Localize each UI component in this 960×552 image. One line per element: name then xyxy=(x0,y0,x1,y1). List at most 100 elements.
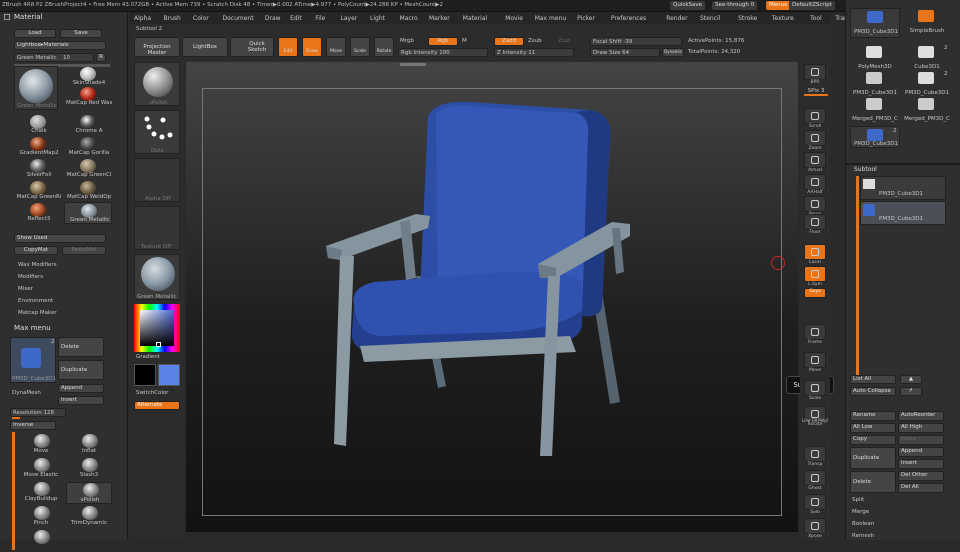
material-item[interactable]: MatCap Red Wax xyxy=(64,86,112,108)
tool-thumbnail[interactable]: 2 PM3D_Cube3D1 xyxy=(10,337,56,383)
canvas-scroll-handle[interactable] xyxy=(400,63,426,66)
menu-item-edit[interactable]: Edit xyxy=(290,15,302,22)
chair-model[interactable] xyxy=(320,96,640,456)
material-item[interactable]: Chalk xyxy=(14,114,62,136)
rgb-button[interactable]: Rgb xyxy=(428,37,458,46)
del-all-button[interactable]: Del All xyxy=(898,483,944,493)
zcut-button[interactable]: Zcut xyxy=(558,38,570,44)
menu-item-movie[interactable]: Movie xyxy=(505,15,523,22)
tray-solo-button[interactable] xyxy=(804,494,826,510)
menu-item-light[interactable]: Light xyxy=(370,15,385,22)
alpha-selector[interactable]: Alpha Off xyxy=(134,158,180,202)
tool-item[interactable]: PM3D_Cube3D1 2 xyxy=(850,126,900,148)
current-material-slider[interactable]: Green Metallic 10 xyxy=(14,53,94,62)
menus-button[interactable]: Menus xyxy=(766,1,790,10)
material-item[interactable]: Chrome A xyxy=(64,114,112,136)
subtool-item-1[interactable]: PM3D_Cube3D1 xyxy=(860,176,946,200)
tray-l-sym-button[interactable] xyxy=(804,266,826,282)
menu-item-stroke[interactable]: Stroke xyxy=(738,15,757,22)
draw-button[interactable]: Draw xyxy=(302,37,322,57)
tray-move-button[interactable] xyxy=(804,352,826,368)
quicksave-button[interactable]: QuickSave xyxy=(670,1,706,10)
zsub-button[interactable]: Zsub xyxy=(528,38,542,44)
focal-shift-slider[interactable]: Focal Shift -39 xyxy=(590,37,682,46)
tray-spix-slider[interactable]: SPix 3 xyxy=(804,88,828,96)
r-button[interactable]: R xyxy=(96,53,106,62)
menu-item-picker[interactable]: Picker xyxy=(577,15,595,22)
inverse-button[interactable]: Inverse xyxy=(10,421,56,430)
tray-linefill-button[interactable]: Line Fill PolyF xyxy=(802,418,829,423)
menu-item-brush[interactable]: Brush xyxy=(164,15,181,22)
menu-item-material[interactable]: Material xyxy=(463,15,487,22)
tray-local-button[interactable] xyxy=(804,244,826,260)
subpalette-wax-modifiers[interactable]: Wax Modifiers xyxy=(18,262,57,268)
load-button[interactable]: Load xyxy=(14,29,56,38)
menu-item-texture[interactable]: Texture xyxy=(772,15,794,22)
remesh-subpalette[interactable]: Remesh xyxy=(852,533,874,539)
tray-xpose-button[interactable] xyxy=(804,518,826,534)
dynamic-button[interactable]: Dynamic xyxy=(662,48,684,57)
color-picker[interactable] xyxy=(134,304,180,352)
subtool-title[interactable]: Subtool xyxy=(854,166,877,173)
all-low-button[interactable]: All Low xyxy=(850,423,896,433)
split-subpalette[interactable]: Split xyxy=(852,497,864,503)
material-item[interactable]: SilverFoil xyxy=(14,158,62,180)
menu-item-macro[interactable]: Macro xyxy=(400,15,418,22)
paste-button[interactable]: Paste xyxy=(898,435,944,445)
menu-item-stencil[interactable]: Stencil xyxy=(700,15,720,22)
tray-floor-button[interactable] xyxy=(804,214,826,230)
tray-actual-button[interactable] xyxy=(804,152,826,168)
tray-persp-button[interactable] xyxy=(804,196,826,212)
tray-transp-button[interactable] xyxy=(804,446,826,462)
material-item[interactable]: MatCap Gorilla xyxy=(64,136,112,158)
material-item[interactable]: Green Metallic xyxy=(64,202,112,224)
secondary-color-swatch[interactable] xyxy=(134,364,156,386)
tray-ghost-button[interactable] xyxy=(804,470,826,486)
copymat-button[interactable]: CopyMat xyxy=(14,246,58,255)
list-all-button[interactable]: List All xyxy=(850,375,896,384)
edit-button[interactable]: Edit xyxy=(278,37,298,57)
menu-item-max-menu[interactable]: Max menu xyxy=(535,15,566,22)
brush-item[interactable]: Inflat xyxy=(66,434,112,456)
material-title[interactable]: Material xyxy=(14,13,42,21)
material-item[interactable]: MatCap WeldOp xyxy=(64,180,112,202)
alternate-button[interactable]: Alternate xyxy=(134,401,180,410)
brush-item[interactable]: Move Elastic xyxy=(18,458,64,480)
tool-item[interactable]: Merged_PM3D_C xyxy=(850,96,900,126)
tray-aahalf-button[interactable] xyxy=(804,174,826,190)
tool-item[interactable]: SimpleBrush xyxy=(902,8,952,38)
subpalette-mixer[interactable]: Mixer xyxy=(18,286,33,292)
lightbox-button[interactable]: LightBox xyxy=(182,37,228,57)
see-through-slider[interactable]: See-through 0 xyxy=(712,1,758,10)
main-color-swatch[interactable] xyxy=(158,364,180,386)
brush-item[interactable]: ClayBuildup xyxy=(18,482,64,504)
mrgb-button[interactable]: Mrgb xyxy=(400,38,414,44)
palette-grip-icon[interactable] xyxy=(4,14,10,20)
quick-sketch-button[interactable]: Quick Sketch xyxy=(230,37,274,57)
menu-item-draw[interactable]: Draw xyxy=(265,15,281,22)
arrow-redo-icon[interactable]: ↱ xyxy=(900,387,922,396)
draw-size-slider[interactable]: Draw Size 64 xyxy=(590,48,660,57)
z-intensity-slider[interactable]: Z Intensity 11 xyxy=(494,48,574,57)
material-item[interactable]: MatCap GreenCl xyxy=(64,158,112,180)
resolution-slider[interactable]: Resolution 128 xyxy=(10,408,66,417)
delete-button[interactable]: Delete xyxy=(58,337,104,357)
menu-item-file[interactable]: File xyxy=(315,15,325,22)
tool-item[interactable]: PM3D_Cube3D1 xyxy=(850,8,900,38)
brush-item[interactable]: Move xyxy=(18,434,64,456)
brush-item[interactable]: TrimDynamic xyxy=(66,506,112,528)
menu-item-preferences[interactable]: Preferences xyxy=(611,15,646,22)
menu-item-color[interactable]: Color xyxy=(193,15,209,22)
rgb-intensity-slider[interactable]: Rgb Intensity 100 xyxy=(398,48,488,57)
save-button[interactable]: Save xyxy=(60,29,102,38)
tray-scroll-button[interactable] xyxy=(804,108,826,124)
tray-zoom-button[interactable] xyxy=(804,130,826,146)
brush-item[interactable]: Pinch xyxy=(18,506,64,528)
tray-bpr-button[interactable] xyxy=(804,64,826,80)
material-selector[interactable]: Green Metallic xyxy=(134,254,180,300)
duplicate-button[interactable]: Duplicate xyxy=(850,447,896,469)
brush-sphere-icon[interactable] xyxy=(34,530,50,544)
stroke-selector[interactable]: Dots xyxy=(134,110,180,154)
tool-item[interactable]: Merged_PM3D_C xyxy=(902,96,952,126)
projection-master-button[interactable]: Projection Master xyxy=(134,37,180,57)
